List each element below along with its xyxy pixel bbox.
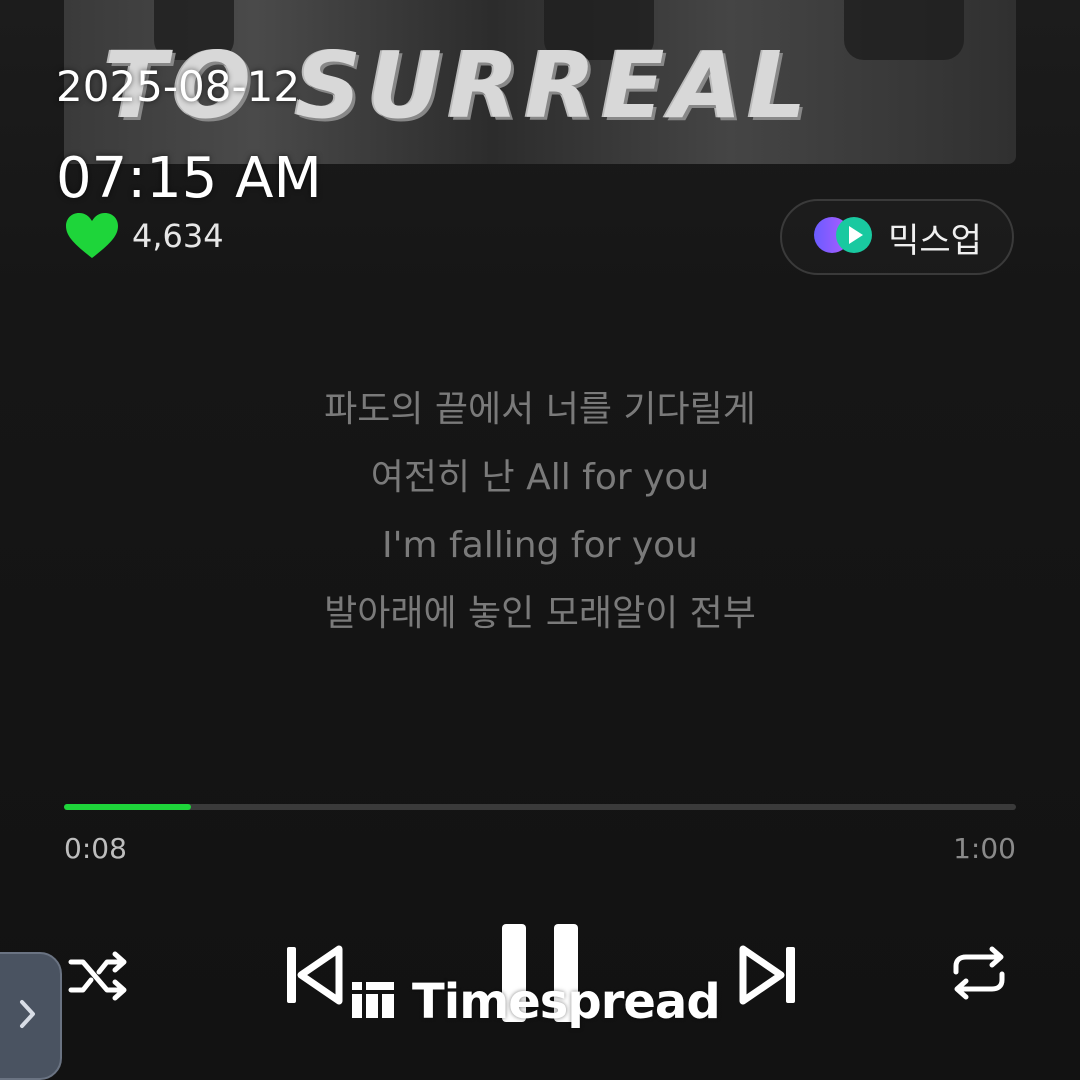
next-button[interactable] <box>736 944 802 1010</box>
lyric-line: 파도의 끝에서 너를 기다릴게 <box>324 389 756 430</box>
previous-icon <box>283 943 343 1011</box>
shuffle-button[interactable] <box>64 946 134 1010</box>
previous-button[interactable] <box>280 944 346 1010</box>
elapsed-time: 0:08 <box>64 832 127 865</box>
chevron-right-icon <box>15 996 39 1036</box>
lyrics-panel[interactable]: 파도의 끝에서 너를 기다릴게 여전히 난 All for you I'm fa… <box>0 380 1080 652</box>
player-screen: TO SURREAL 2025-08-12 07:15 AM 4,634 믹스업… <box>0 0 1080 1080</box>
mixup-button[interactable]: 믹스업 <box>780 199 1014 275</box>
next-icon <box>739 943 799 1011</box>
watermark-logo-icon <box>352 980 396 1024</box>
watermark: Timespread <box>352 974 721 1030</box>
progress-bar[interactable] <box>64 804 1016 810</box>
repeat-button[interactable] <box>946 944 1012 1006</box>
overlay-date: 2025-08-12 <box>56 62 301 111</box>
mixup-label: 믹스업 <box>888 220 982 261</box>
heart-icon[interactable] <box>64 212 120 260</box>
overlay-time: 07:15 AM <box>56 146 322 211</box>
album-art-figure <box>844 0 964 60</box>
lyric-line: 여전히 난 All for you <box>370 457 710 498</box>
like-count: 4,634 <box>132 217 224 255</box>
side-panel-tab[interactable] <box>0 952 62 1080</box>
mixup-icon <box>812 215 876 259</box>
watermark-text: Timespread <box>412 974 721 1030</box>
total-time: 1:00 <box>953 832 1016 865</box>
lyric-line: I'm falling for you <box>382 525 698 566</box>
like-group[interactable]: 4,634 <box>64 212 224 260</box>
progress-fill <box>64 804 191 810</box>
shuffle-icon <box>67 950 131 1006</box>
repeat-icon <box>948 944 1010 1006</box>
lyric-line: 발아래에 놓인 모래알이 전부 <box>324 593 756 634</box>
